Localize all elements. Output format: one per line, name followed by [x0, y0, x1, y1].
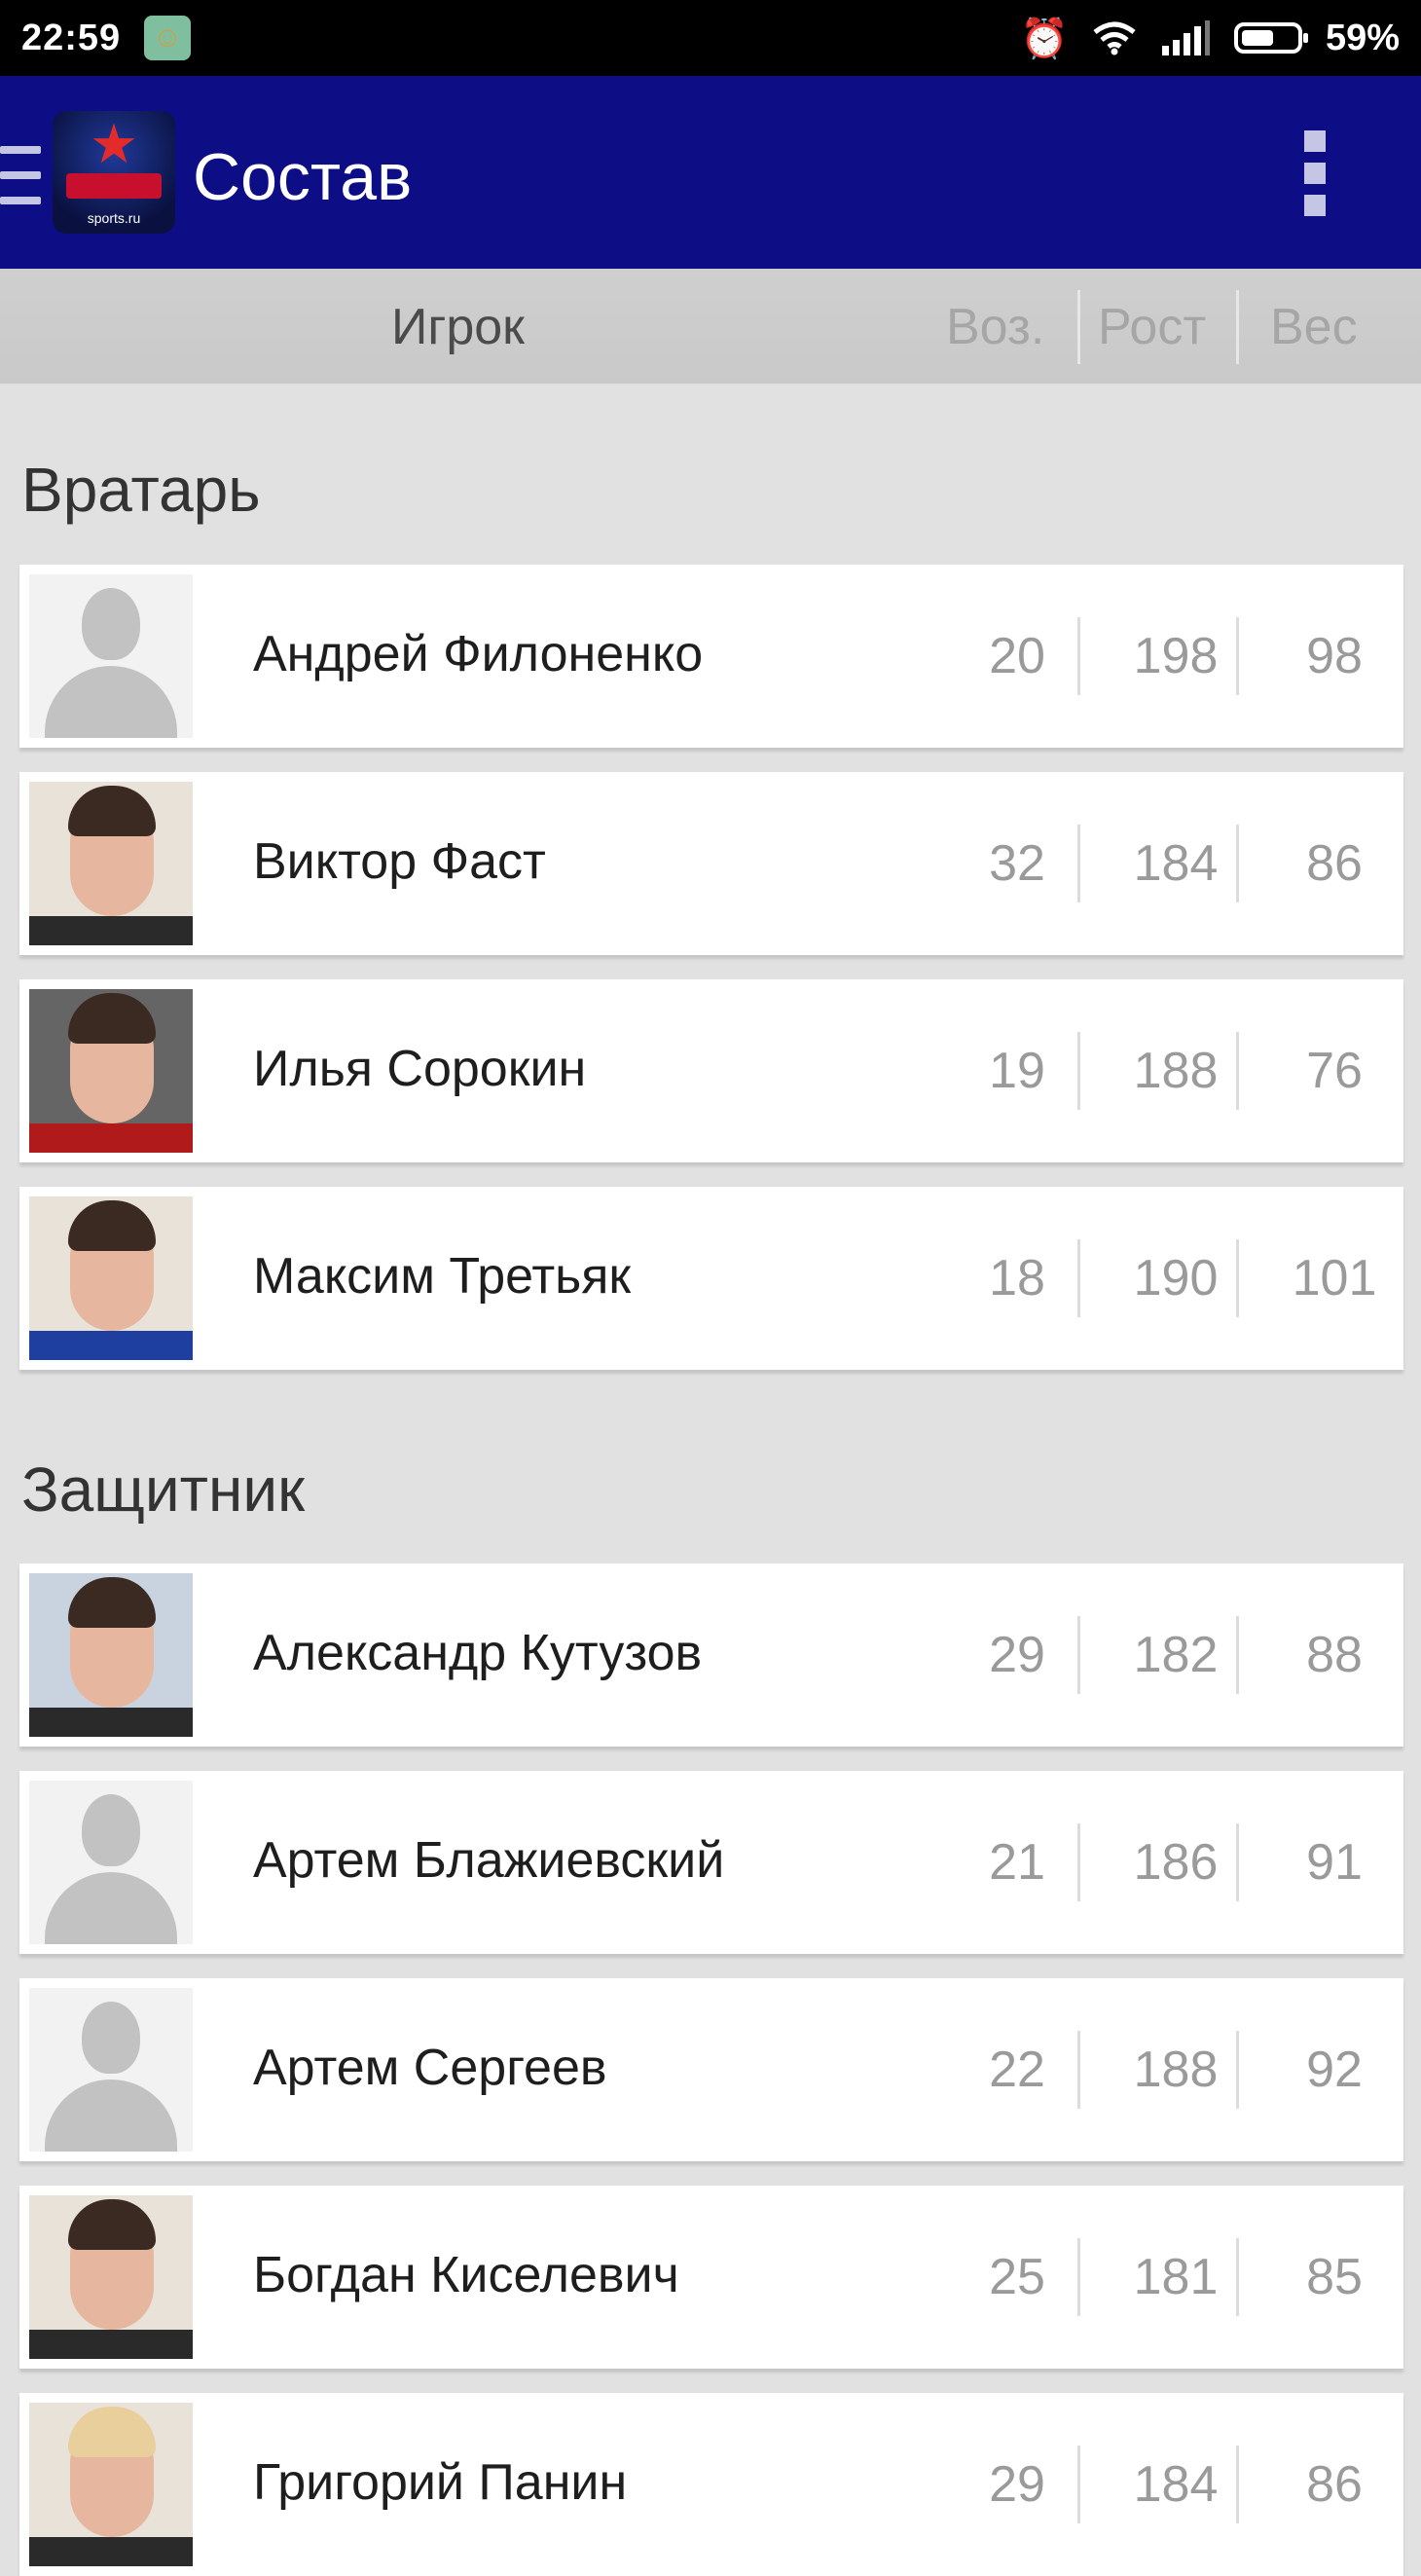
list-item[interactable]: Артем Сергеев 22 188 92 [19, 1978, 1403, 2161]
avatar-placeholder [29, 1781, 193, 1944]
player-age: 20 [989, 628, 1045, 684]
player-weight: 86 [1306, 2456, 1363, 2513]
section-title-goalkeeper: Вратарь [21, 455, 261, 525]
menu-icon[interactable] [0, 146, 41, 204]
section-title-defender: Защитник [21, 1454, 306, 1525]
player-weight: 86 [1306, 835, 1363, 892]
player-weight: 92 [1306, 2042, 1363, 2098]
player-height: 182 [1133, 1627, 1219, 1683]
player-height: 188 [1133, 2042, 1219, 2098]
player-age: 18 [989, 1250, 1045, 1306]
player-weight: 88 [1306, 1627, 1363, 1683]
player-name: Андрей Филоненко [253, 626, 704, 682]
player-photo [29, 1573, 193, 1737]
list-item[interactable]: Андрей Филоненко 20 198 98 [19, 565, 1403, 748]
player-age: 29 [989, 2456, 1045, 2513]
player-age: 29 [989, 1627, 1045, 1683]
app-bar: ★ sports.ru Состав [0, 76, 1421, 269]
star-icon: ★ [89, 113, 139, 174]
player-weight: 85 [1306, 2249, 1363, 2305]
alarm-icon: ⏰ [1020, 17, 1069, 60]
player-name: Григорий Панин [253, 2454, 628, 2511]
player-name: Артем Блажиевский [253, 1832, 725, 1889]
list-item[interactable]: Александр Кутузов 29 182 88 [19, 1564, 1403, 1747]
player-photo [29, 1196, 193, 1360]
notification-icon: ☺ [144, 16, 191, 60]
player-weight: 91 [1306, 1834, 1363, 1891]
column-age[interactable]: Воз. [946, 298, 1044, 356]
player-weight: 101 [1292, 1250, 1377, 1306]
list-item[interactable]: Григорий Панин 29 184 86 [19, 2393, 1403, 2576]
player-height: 188 [1133, 1043, 1219, 1099]
list-item[interactable]: Максим Третьяк 18 190 101 [19, 1187, 1403, 1370]
player-height: 181 [1133, 2249, 1219, 2305]
avatar-placeholder [29, 574, 193, 738]
page-title: Состав [193, 140, 413, 214]
column-weight[interactable]: Вес [1270, 298, 1358, 356]
status-time: 22:59 [21, 18, 122, 58]
player-age: 32 [989, 835, 1045, 892]
player-photo [29, 2403, 193, 2566]
column-height[interactable]: Рост [1098, 298, 1206, 356]
player-weight: 98 [1306, 628, 1363, 684]
player-photo [29, 989, 193, 1153]
player-photo [29, 782, 193, 945]
battery-icon [1233, 22, 1308, 54]
status-bar: 22:59 ☺ ⏰ 59% [0, 0, 1421, 76]
signal-icon [1161, 20, 1210, 55]
player-name: Максим Третьяк [253, 1248, 632, 1305]
player-name: Артем Сергеев [253, 2040, 607, 2096]
team-logo[interactable]: ★ sports.ru [53, 111, 175, 234]
player-name: Виктор Фаст [253, 833, 546, 890]
player-age: 22 [989, 2042, 1045, 2098]
list-item[interactable]: Артем Блажиевский 21 186 91 [19, 1771, 1403, 1954]
player-height: 186 [1133, 1834, 1219, 1891]
logo-text: sports.ru [87, 210, 141, 226]
player-age: 25 [989, 2249, 1045, 2305]
more-options-icon[interactable] [1304, 130, 1328, 216]
player-height: 198 [1133, 628, 1219, 684]
list-item[interactable]: Богдан Киселевич 25 181 85 [19, 2186, 1403, 2369]
list-item[interactable]: Илья Сорокин 19 188 76 [19, 979, 1403, 1162]
player-name: Александр Кутузов [253, 1625, 703, 1681]
column-header: Игрок Воз. Рост Вес [0, 269, 1421, 384]
column-player[interactable]: Игрок [391, 298, 525, 356]
wifi-icon [1093, 21, 1136, 55]
player-height: 184 [1133, 2456, 1219, 2513]
player-weight: 76 [1306, 1043, 1363, 1099]
player-age: 19 [989, 1043, 1045, 1099]
player-height: 184 [1133, 835, 1219, 892]
player-age: 21 [989, 1834, 1045, 1891]
player-name: Богдан Киселевич [253, 2247, 679, 2303]
status-icons: ⏰ 59% [1020, 12, 1400, 64]
player-name: Илья Сорокин [253, 1041, 587, 1097]
list-item[interactable]: Виктор Фаст 32 184 86 [19, 772, 1403, 955]
player-photo [29, 2195, 193, 2359]
player-height: 190 [1133, 1250, 1219, 1306]
battery-percent: 59% [1325, 17, 1400, 58]
avatar-placeholder [29, 1988, 193, 2152]
